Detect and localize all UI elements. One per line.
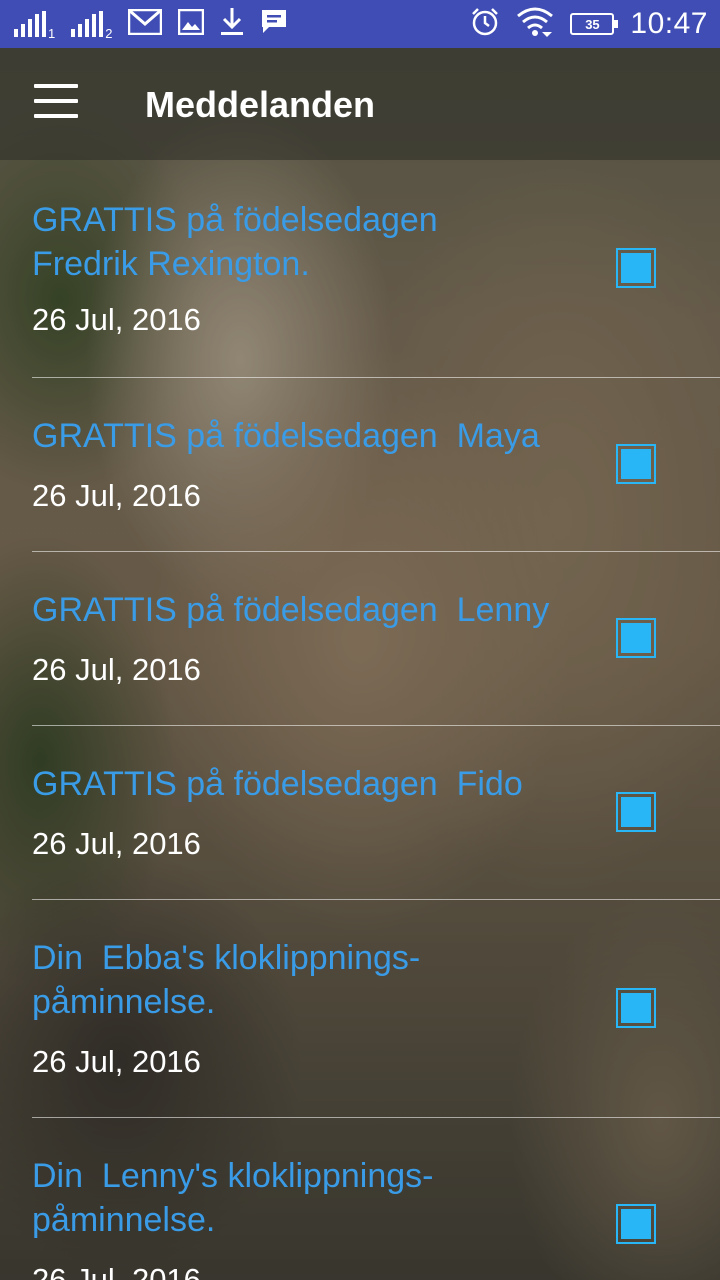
wifi-icon [516,6,554,43]
notification-date: 26 Jul, 2016 [32,302,201,337]
signal-sim2-icon: 2 [71,11,112,41]
message-icon [260,8,288,41]
list-item[interactable]: GRATTIS på födelsedagen Fredrik Rexingto… [32,160,720,378]
sim1-label: 1 [48,26,56,41]
list-item[interactable]: GRATTIS på födelsedagen Maya 26 Jul, 201… [32,378,720,552]
battery-icon: 35 [570,13,619,35]
alarm-icon [470,7,500,42]
notification-checkbox[interactable] [616,1204,656,1244]
download-icon [220,7,244,41]
notification-title: GRATTIS på födelsedagen Fido [32,765,523,803]
notification-checkbox[interactable] [616,792,656,832]
hamburger-menu-icon[interactable] [34,84,78,124]
notification-checkbox[interactable] [616,618,656,658]
sim2-label: 2 [105,26,113,41]
notification-checkbox[interactable] [616,444,656,484]
gmail-icon [128,8,163,40]
image-icon [178,8,205,40]
notification-title: Din Lenny's kloklippnings- påminnelse. [32,1157,434,1239]
notification-date: 26 Jul, 2016 [32,1044,201,1079]
page-title: Meddelanden [145,84,376,125]
notification-title: GRATTIS på födelsedagen Lenny [32,591,550,629]
notification-list: GRATTIS på födelsedagen Fredrik Rexingto… [0,160,720,1280]
app-bar: Meddelanden [0,48,720,160]
notification-checkbox[interactable] [616,988,656,1028]
signal-sim1-icon: 1 [14,11,55,41]
notification-date: 26 Jul, 2016 [32,1262,201,1280]
battery-level: 35 [585,16,600,32]
status-bar: 1 2 35 10:47 [0,0,720,48]
list-item[interactable]: Din Ebba's kloklippnings- påminnelse. 26… [32,900,720,1118]
list-item[interactable]: GRATTIS på födelsedagen Lenny 26 Jul, 20… [32,552,720,726]
status-time: 10:47 [630,7,708,40]
notification-title: GRATTIS på födelsedagen Fredrik Rexingto… [32,201,438,283]
notification-checkbox[interactable] [616,248,656,288]
notification-title: GRATTIS på födelsedagen Maya [32,417,540,455]
notification-title: Din Ebba's kloklippnings- påminnelse. [32,939,421,1021]
list-item[interactable]: Din Lenny's kloklippnings- påminnelse. 2… [32,1118,720,1280]
list-item[interactable]: GRATTIS på födelsedagen Fido 26 Jul, 201… [32,726,720,900]
